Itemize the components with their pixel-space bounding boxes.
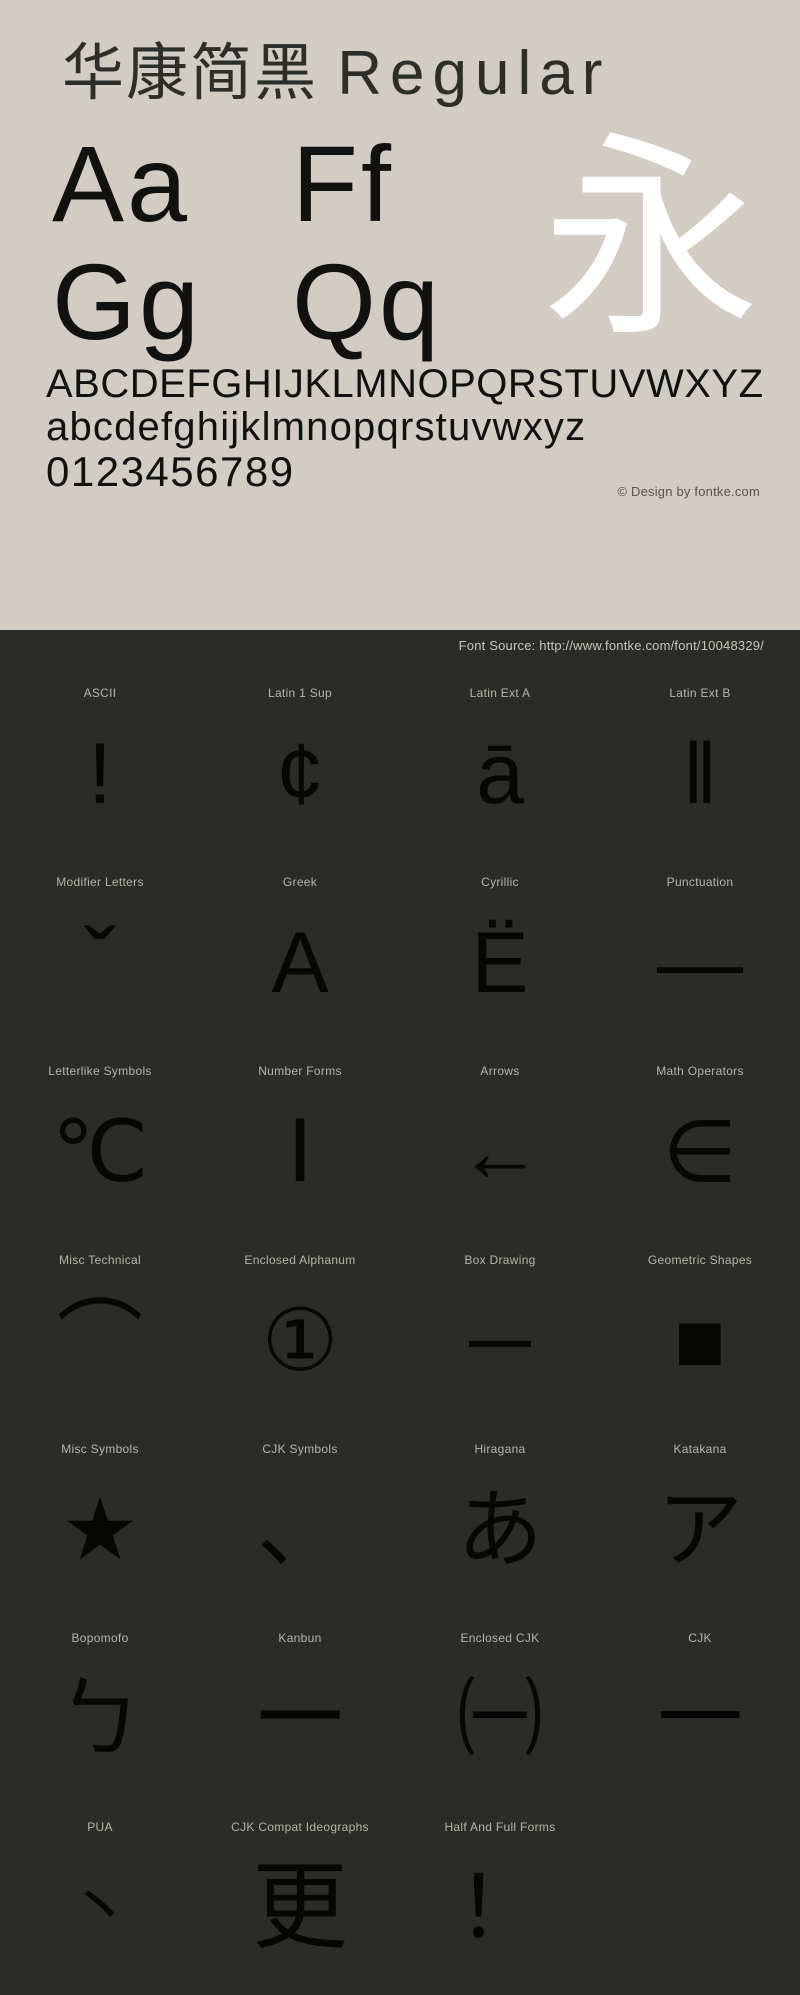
block-glyph: Ё [471, 915, 529, 1011]
block-glyph: ㈠ [457, 1671, 543, 1767]
block-cell-geometric-shapes[interactable]: Geometric Shapes ■ [600, 1239, 800, 1428]
letter-pair-row: Aa Ff [52, 128, 502, 246]
title-latin: Regular [337, 39, 611, 108]
grid-row: Misc Technical ⌒ Enclosed Alphanum ① Box… [0, 1239, 800, 1428]
block-cell-number-forms[interactable]: Number Forms Ⅰ [200, 1050, 400, 1239]
copyright-notice: © Design by fontke.com [617, 484, 760, 499]
grid-row: Letterlike Symbols ℃ Number Forms Ⅰ Arro… [0, 1050, 800, 1239]
letter-pair-qq: Qq [292, 241, 443, 362]
font-source-link[interactable]: Font Source: http://www.fontke.com/font/… [459, 638, 764, 653]
title-cjk: 华康简黑 [62, 39, 319, 108]
lowercase-alphabet: abcdefghijklmnopqrstuvwxyz [46, 405, 587, 449]
block-cell-bopomofo[interactable]: Bopomofo ㄅ [0, 1617, 200, 1806]
letter-pair-aa: Aa [52, 123, 191, 244]
block-glyph: ¢ [276, 726, 324, 822]
block-glyph: ∈ [662, 1104, 738, 1200]
block-glyph: ℃ [51, 1104, 149, 1200]
letter-pair-ff: Ff [292, 123, 394, 244]
block-glyph: 丶 [67, 1871, 133, 1945]
block-glyph: 更 [252, 1854, 348, 1961]
grid-row: PUA 丶 CJK Compat Ideographs 更 Half And F… [0, 1806, 800, 1995]
block-cell-math-operators[interactable]: Math Operators ∈ [600, 1050, 800, 1239]
block-cell-cjk-symbols[interactable]: CJK Symbols 、 [200, 1428, 400, 1617]
block-cell-cyrillic[interactable]: Cyrillic Ё [400, 861, 600, 1050]
block-glyph: ㆒ [257, 1671, 343, 1767]
block-cell-katakana[interactable]: Katakana ア [600, 1428, 800, 1617]
uppercase-alphabet: ABCDEFGHIJKLMNOPQRSTUVWXYZ [46, 362, 764, 406]
block-cell-latin-1-sup[interactable]: Latin 1 Sup ¢ [200, 672, 400, 861]
block-cell-modifier-letters[interactable]: Modifier Letters ˇ [0, 861, 200, 1050]
block-glyph: — [657, 915, 743, 1011]
letter-pairs-block: Aa Ff Gg Qq [52, 128, 502, 364]
block-cell-greek[interactable]: Greek Α [200, 861, 400, 1050]
block-cell-latin-ext-a[interactable]: Latin Ext A ā [400, 672, 600, 861]
block-glyph: ■ [674, 1293, 726, 1389]
block-glyph: ˇ [84, 909, 116, 1016]
block-cell-latin-ext-b[interactable]: Latin Ext B ǁ [600, 672, 800, 861]
block-glyph: Ⅰ [287, 1104, 313, 1200]
block-cell-misc-symbols[interactable]: Misc Symbols ★ [0, 1428, 200, 1617]
specimen-panel: 华康简黑 Regular Aa Ff Gg Qq 永 ABCDEFGHIJKLM… [0, 0, 800, 630]
block-glyph: ─ [469, 1293, 531, 1389]
block-glyph: ア [657, 1482, 743, 1578]
block-glyph: ㄅ [57, 1671, 143, 1767]
block-glyph: 、 [257, 1482, 343, 1578]
block-cell-punctuation[interactable]: Punctuation — [600, 861, 800, 1050]
block-glyph: ! [88, 726, 112, 822]
letter-pair-row: Gg Qq [52, 246, 502, 364]
block-glyph: ǁ [682, 726, 718, 822]
block-cell-cjk-compat-ideographs[interactable]: CJK Compat Ideographs 更 [200, 1806, 400, 1995]
block-glyph: ★ [61, 1482, 139, 1578]
letter-pair-gg: Gg [52, 241, 203, 362]
block-cell-kanbun[interactable]: Kanbun ㆒ [200, 1617, 400, 1806]
block-glyph: ← [457, 1104, 543, 1200]
block-cell-hiragana[interactable]: Hiragana あ [400, 1428, 600, 1617]
grid-row: ASCII ! Latin 1 Sup ¢ Latin Ext A ā Lati… [0, 672, 800, 861]
block-glyph: ā [476, 726, 524, 822]
block-cell-half-and-full-forms[interactable]: Half And Full Forms ！ [400, 1806, 600, 1995]
grid-row: Misc Symbols ★ CJK Symbols 、 Hiragana あ … [0, 1428, 800, 1617]
block-cell-box-drawing[interactable]: Box Drawing ─ [400, 1239, 600, 1428]
grid-row: Bopomofo ㄅ Kanbun ㆒ Enclosed CJK ㈠ CJK 一 [0, 1617, 800, 1806]
block-glyph: Α [271, 915, 329, 1011]
block-glyph [600, 1828, 800, 1988]
block-cell-misc-technical[interactable]: Misc Technical ⌒ [0, 1239, 200, 1428]
page-title: 华康简黑 Regular [62, 38, 610, 110]
block-glyph: ① [261, 1293, 339, 1389]
grid-row: Modifier Letters ˇ Greek Α Cyrillic Ё Pu… [0, 861, 800, 1050]
block-glyph: あ [457, 1482, 543, 1578]
block-cell-empty [600, 1806, 800, 1995]
showcase-glyph-yong: 永 [542, 119, 760, 362]
block-cell-enclosed-cjk[interactable]: Enclosed CJK ㈠ [400, 1617, 600, 1806]
block-glyph: 一 [657, 1671, 743, 1767]
digit-sequence: 0123456789 [46, 448, 295, 495]
block-cell-enclosed-alphanum[interactable]: Enclosed Alphanum ① [200, 1239, 400, 1428]
block-glyph: ⌒ [57, 1293, 143, 1389]
block-cell-pua[interactable]: PUA 丶 [0, 1806, 200, 1995]
block-cell-cjk[interactable]: CJK 一 [600, 1617, 800, 1806]
unicode-blocks-grid: ASCII ! Latin 1 Sup ¢ Latin Ext A ā Lati… [0, 672, 800, 1995]
block-cell-arrows[interactable]: Arrows ← [400, 1050, 600, 1239]
block-cell-letterlike-symbols[interactable]: Letterlike Symbols ℃ [0, 1050, 200, 1239]
font-specimen-page: 华康简黑 Regular Aa Ff Gg Qq 永 ABCDEFGHIJKLM… [0, 0, 800, 1992]
block-glyph: ！ [457, 1860, 543, 1956]
block-cell-ascii[interactable]: ASCII ! [0, 672, 200, 861]
unicode-blocks-panel: Font Source: http://www.fontke.com/font/… [0, 630, 800, 1992]
